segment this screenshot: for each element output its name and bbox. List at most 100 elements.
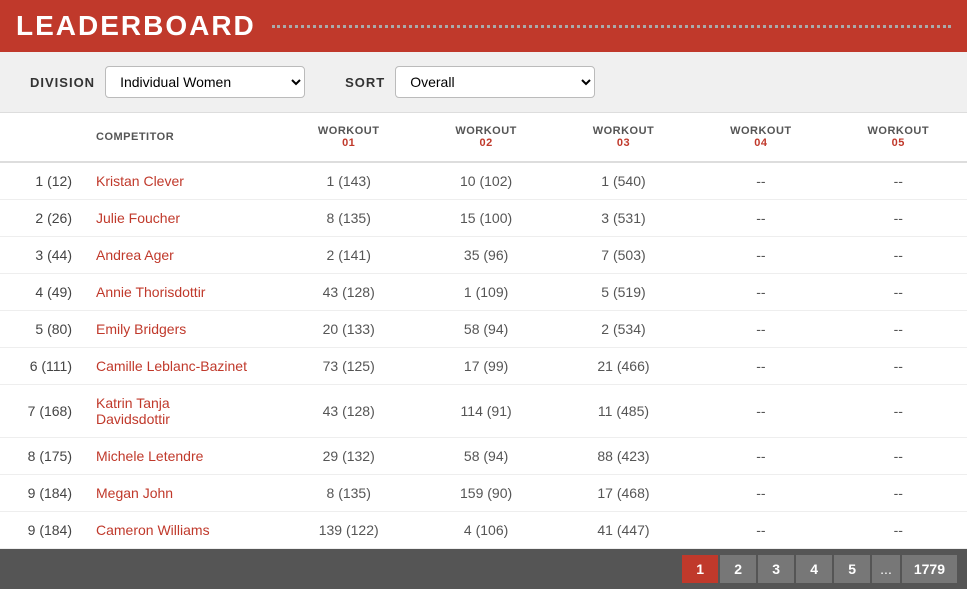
table-row: 2 (26)Julie Foucher8 (135)15 (100)3 (531… [0, 200, 967, 237]
col-header-rank [0, 113, 80, 162]
cell-w02: 10 (102) [417, 162, 554, 200]
cell-w03: 11 (485) [555, 385, 692, 438]
cell-w02: 15 (100) [417, 200, 554, 237]
cell-w01: 8 (135) [280, 475, 417, 512]
col-header-w04: WORKOUT 04 [692, 113, 829, 162]
cell-w02: 35 (96) [417, 237, 554, 274]
cell-name[interactable]: Julie Foucher [80, 200, 280, 237]
col-header-w01: WORKOUT 01 [280, 113, 417, 162]
cell-w01: 43 (128) [280, 385, 417, 438]
cell-w05: -- [830, 274, 967, 311]
cell-name[interactable]: Michele Letendre [80, 438, 280, 475]
cell-w04: -- [692, 348, 829, 385]
cell-name[interactable]: Katrin TanjaDavidsdottir [80, 385, 280, 438]
table-row: 7 (168)Katrin TanjaDavidsdottir43 (128)1… [0, 385, 967, 438]
cell-w01: 20 (133) [280, 311, 417, 348]
cell-name[interactable]: Andrea Ager [80, 237, 280, 274]
cell-w01: 1 (143) [280, 162, 417, 200]
cell-w01: 8 (135) [280, 200, 417, 237]
cell-name[interactable]: Annie Thorisdottir [80, 274, 280, 311]
cell-w03: 17 (468) [555, 475, 692, 512]
cell-w03: 88 (423) [555, 438, 692, 475]
table-row: 3 (44)Andrea Ager2 (141)35 (96)7 (503)--… [0, 237, 967, 274]
leaderboard-table: COMPETITOR WORKOUT 01 WORKOUT 02 WORKOUT… [0, 113, 967, 549]
cell-w05: -- [830, 200, 967, 237]
page-button-4[interactable]: 4 [796, 555, 832, 583]
cell-name[interactable]: Emily Bridgers [80, 311, 280, 348]
cell-rank: 3 (44) [0, 237, 80, 274]
cell-w05: -- [830, 237, 967, 274]
sort-label: SORT [345, 75, 385, 90]
cell-w02: 114 (91) [417, 385, 554, 438]
cell-rank: 5 (80) [0, 311, 80, 348]
cell-w04: -- [692, 274, 829, 311]
cell-w04: -- [692, 512, 829, 549]
cell-name[interactable]: Megan John [80, 475, 280, 512]
cell-w04: -- [692, 475, 829, 512]
cell-w05: -- [830, 438, 967, 475]
cell-w03: 7 (503) [555, 237, 692, 274]
header-decoration [272, 25, 951, 28]
table-row: 1 (12)Kristan Clever1 (143)10 (102)1 (54… [0, 162, 967, 200]
cell-w05: -- [830, 385, 967, 438]
cell-w01: 2 (141) [280, 237, 417, 274]
cell-w02: 58 (94) [417, 311, 554, 348]
cell-w03: 1 (540) [555, 162, 692, 200]
cell-name[interactable]: Camille Leblanc-Bazinet [80, 348, 280, 385]
cell-rank: 2 (26) [0, 200, 80, 237]
cell-rank: 8 (175) [0, 438, 80, 475]
cell-w04: -- [692, 237, 829, 274]
pagination-bar: 1 2 3 4 5 ... 1779 [0, 549, 967, 589]
pagination-ellipsis: ... [872, 555, 900, 583]
sort-group: SORT Overall Workout 01 Workout 02 Worko… [345, 66, 595, 98]
cell-w02: 4 (106) [417, 512, 554, 549]
cell-rank: 9 (184) [0, 475, 80, 512]
cell-w01: 43 (128) [280, 274, 417, 311]
cell-w03: 41 (447) [555, 512, 692, 549]
cell-w05: -- [830, 348, 967, 385]
cell-w05: -- [830, 475, 967, 512]
cell-w01: 73 (125) [280, 348, 417, 385]
page-button-3[interactable]: 3 [758, 555, 794, 583]
cell-rank: 7 (168) [0, 385, 80, 438]
table-row: 5 (80)Emily Bridgers20 (133)58 (94)2 (53… [0, 311, 967, 348]
table-row: 9 (184)Megan John8 (135)159 (90)17 (468)… [0, 475, 967, 512]
cell-rank: 1 (12) [0, 162, 80, 200]
division-select[interactable]: Individual Women Individual Men Team [105, 66, 305, 98]
page-button-2[interactable]: 2 [720, 555, 756, 583]
cell-rank: 4 (49) [0, 274, 80, 311]
cell-w02: 58 (94) [417, 438, 554, 475]
page-button-last[interactable]: 1779 [902, 555, 957, 583]
cell-w02: 159 (90) [417, 475, 554, 512]
division-label: DIVISION [30, 75, 95, 90]
cell-w01: 139 (122) [280, 512, 417, 549]
cell-w04: -- [692, 200, 829, 237]
division-group: DIVISION Individual Women Individual Men… [30, 66, 305, 98]
header: LEADERBOARD [0, 0, 967, 52]
page-button-1[interactable]: 1 [682, 555, 718, 583]
cell-w05: -- [830, 162, 967, 200]
page-button-5[interactable]: 5 [834, 555, 870, 583]
cell-w05: -- [830, 512, 967, 549]
cell-w01: 29 (132) [280, 438, 417, 475]
cell-w02: 17 (99) [417, 348, 554, 385]
cell-name[interactable]: Kristan Clever [80, 162, 280, 200]
table-row: 9 (184)Cameron Williams139 (122)4 (106)4… [0, 512, 967, 549]
cell-rank: 6 (111) [0, 348, 80, 385]
controls-bar: DIVISION Individual Women Individual Men… [0, 52, 967, 113]
col-header-w02: WORKOUT 02 [417, 113, 554, 162]
col-header-w03: WORKOUT 03 [555, 113, 692, 162]
table-row: 8 (175)Michele Letendre29 (132)58 (94)88… [0, 438, 967, 475]
cell-w04: -- [692, 385, 829, 438]
cell-w03: 2 (534) [555, 311, 692, 348]
sort-select[interactable]: Overall Workout 01 Workout 02 Workout 03… [395, 66, 595, 98]
cell-rank: 9 (184) [0, 512, 80, 549]
table-header-row: COMPETITOR WORKOUT 01 WORKOUT 02 WORKOUT… [0, 113, 967, 162]
leaderboard-table-container: COMPETITOR WORKOUT 01 WORKOUT 02 WORKOUT… [0, 113, 967, 549]
cell-w05: -- [830, 311, 967, 348]
col-header-competitor: COMPETITOR [80, 113, 280, 162]
cell-w03: 3 (531) [555, 200, 692, 237]
cell-w04: -- [692, 162, 829, 200]
col-header-w05: WORKOUT 05 [830, 113, 967, 162]
cell-name[interactable]: Cameron Williams [80, 512, 280, 549]
